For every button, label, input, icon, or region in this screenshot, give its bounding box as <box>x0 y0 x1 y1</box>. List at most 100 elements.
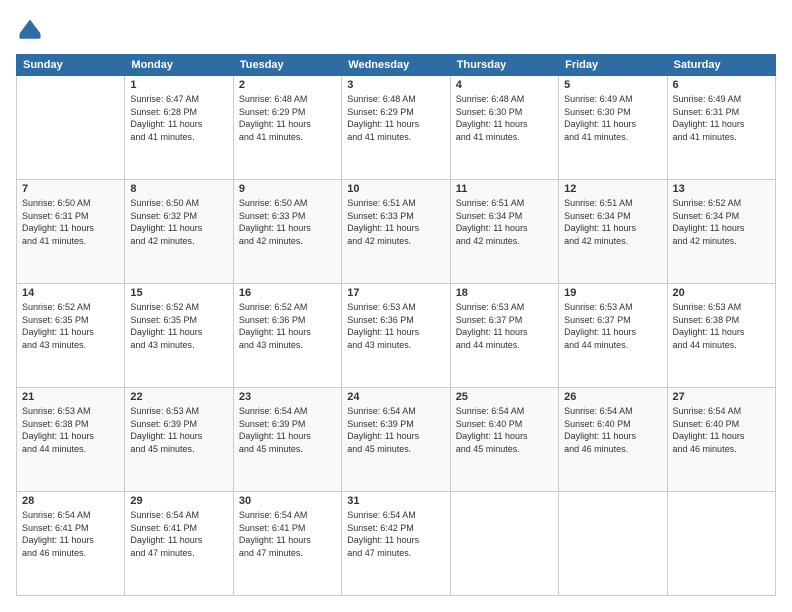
day-number: 20 <box>673 287 770 299</box>
day-info: Sunrise: 6:48 AM Sunset: 6:29 PM Dayligh… <box>239 93 336 143</box>
calendar-day-cell: 6 Sunrise: 6:49 AM Sunset: 6:31 PM Daylig… <box>667 76 775 180</box>
calendar-day-cell: 21 Sunrise: 6:53 AM Sunset: 6:38 PM Dayli… <box>17 388 125 492</box>
calendar-day-cell: 29 Sunrise: 6:54 AM Sunset: 6:41 PM Dayli… <box>125 492 233 596</box>
calendar-day-cell: 8 Sunrise: 6:50 AM Sunset: 6:32 PM Daylig… <box>125 180 233 284</box>
calendar-day-cell: 3 Sunrise: 6:48 AM Sunset: 6:29 PM Daylig… <box>342 76 450 180</box>
weekday-header: Wednesday <box>342 55 450 76</box>
page: SundayMondayTuesdayWednesdayThursdayFrid… <box>0 0 792 612</box>
day-number: 17 <box>347 287 444 299</box>
day-number: 14 <box>22 287 119 299</box>
day-number: 11 <box>456 183 553 195</box>
calendar-day-cell: 18 Sunrise: 6:53 AM Sunset: 6:37 PM Dayli… <box>450 284 558 388</box>
calendar-day-cell <box>450 492 558 596</box>
day-number: 16 <box>239 287 336 299</box>
day-info: Sunrise: 6:54 AM Sunset: 6:41 PM Dayligh… <box>22 509 119 559</box>
weekday-header: Monday <box>125 55 233 76</box>
day-info: Sunrise: 6:49 AM Sunset: 6:30 PM Dayligh… <box>564 93 661 143</box>
day-number: 7 <box>22 183 119 195</box>
day-info: Sunrise: 6:51 AM Sunset: 6:34 PM Dayligh… <box>456 197 553 247</box>
calendar-day-cell: 16Sunrise: 6:52 AM Sunset: 6:36 PM Dayli… <box>233 284 341 388</box>
calendar-day-cell: 17 Sunrise: 6:53 AM Sunset: 6:36 PM Dayli… <box>342 284 450 388</box>
day-number: 21 <box>22 391 119 403</box>
day-info: Sunrise: 6:51 AM Sunset: 6:34 PM Dayligh… <box>564 197 661 247</box>
calendar-week-row: 28 Sunrise: 6:54 AM Sunset: 6:41 PM Dayli… <box>17 492 776 596</box>
day-number: 5 <box>564 79 661 91</box>
weekday-header: Sunday <box>17 55 125 76</box>
calendar-day-cell: 22Sunrise: 6:53 AM Sunset: 6:39 PM Dayli… <box>125 388 233 492</box>
day-info: Sunrise: 6:51 AM Sunset: 6:33 PM Dayligh… <box>347 197 444 247</box>
calendar-day-cell: 15Sunrise: 6:52 AM Sunset: 6:35 PM Dayli… <box>125 284 233 388</box>
calendar-day-cell: 1Sunrise: 6:47 AM Sunset: 6:28 PM Daylig… <box>125 76 233 180</box>
calendar-week-row: 21 Sunrise: 6:53 AM Sunset: 6:38 PM Dayli… <box>17 388 776 492</box>
logo <box>16 16 48 44</box>
day-info: Sunrise: 6:54 AM Sunset: 6:40 PM Dayligh… <box>456 405 553 455</box>
day-info: Sunrise: 6:54 AM Sunset: 6:40 PM Dayligh… <box>673 405 770 455</box>
day-info: Sunrise: 6:53 AM Sunset: 6:38 PM Dayligh… <box>22 405 119 455</box>
day-number: 24 <box>347 391 444 403</box>
calendar-day-cell: 10 Sunrise: 6:51 AM Sunset: 6:33 PM Dayli… <box>342 180 450 284</box>
calendar-day-cell: 5 Sunrise: 6:49 AM Sunset: 6:30 PM Daylig… <box>559 76 667 180</box>
calendar-week-row: 1Sunrise: 6:47 AM Sunset: 6:28 PM Daylig… <box>17 76 776 180</box>
day-number: 18 <box>456 287 553 299</box>
calendar-day-cell: 19 Sunrise: 6:53 AM Sunset: 6:37 PM Dayli… <box>559 284 667 388</box>
day-number: 10 <box>347 183 444 195</box>
day-info: Sunrise: 6:53 AM Sunset: 6:37 PM Dayligh… <box>456 301 553 351</box>
day-number: 19 <box>564 287 661 299</box>
day-number: 4 <box>456 79 553 91</box>
day-info: Sunrise: 6:47 AM Sunset: 6:28 PM Dayligh… <box>130 93 227 143</box>
calendar-day-cell: 2 Sunrise: 6:48 AM Sunset: 6:29 PM Daylig… <box>233 76 341 180</box>
calendar-day-cell <box>17 76 125 180</box>
day-info: Sunrise: 6:54 AM Sunset: 6:41 PM Dayligh… <box>130 509 227 559</box>
calendar-day-cell: 14Sunrise: 6:52 AM Sunset: 6:35 PM Dayli… <box>17 284 125 388</box>
day-info: Sunrise: 6:50 AM Sunset: 6:31 PM Dayligh… <box>22 197 119 247</box>
day-number: 30 <box>239 495 336 507</box>
weekday-header: Tuesday <box>233 55 341 76</box>
calendar-day-cell <box>667 492 775 596</box>
logo-icon <box>16 16 44 44</box>
day-number: 28 <box>22 495 119 507</box>
day-info: Sunrise: 6:54 AM Sunset: 6:39 PM Dayligh… <box>347 405 444 455</box>
day-number: 6 <box>673 79 770 91</box>
day-number: 29 <box>130 495 227 507</box>
calendar-day-cell: 28 Sunrise: 6:54 AM Sunset: 6:41 PM Dayli… <box>17 492 125 596</box>
calendar-day-cell: 23 Sunrise: 6:54 AM Sunset: 6:39 PM Dayli… <box>233 388 341 492</box>
day-info: Sunrise: 6:53 AM Sunset: 6:37 PM Dayligh… <box>564 301 661 351</box>
calendar-day-cell: 11 Sunrise: 6:51 AM Sunset: 6:34 PM Dayli… <box>450 180 558 284</box>
calendar-day-cell: 7 Sunrise: 6:50 AM Sunset: 6:31 PM Daylig… <box>17 180 125 284</box>
day-number: 9 <box>239 183 336 195</box>
calendar-day-cell: 25Sunrise: 6:54 AM Sunset: 6:40 PM Dayli… <box>450 388 558 492</box>
day-number: 27 <box>673 391 770 403</box>
day-info: Sunrise: 6:54 AM Sunset: 6:40 PM Dayligh… <box>564 405 661 455</box>
day-number: 12 <box>564 183 661 195</box>
day-number: 15 <box>130 287 227 299</box>
day-info: Sunrise: 6:53 AM Sunset: 6:36 PM Dayligh… <box>347 301 444 351</box>
calendar-day-cell: 31Sunrise: 6:54 AM Sunset: 6:42 PM Dayli… <box>342 492 450 596</box>
weekday-header: Saturday <box>667 55 775 76</box>
weekday-header: Friday <box>559 55 667 76</box>
calendar-week-row: 14Sunrise: 6:52 AM Sunset: 6:35 PM Dayli… <box>17 284 776 388</box>
day-info: Sunrise: 6:50 AM Sunset: 6:32 PM Dayligh… <box>130 197 227 247</box>
calendar-day-cell: 12 Sunrise: 6:51 AM Sunset: 6:34 PM Dayli… <box>559 180 667 284</box>
day-number: 8 <box>130 183 227 195</box>
calendar-day-cell: 27 Sunrise: 6:54 AM Sunset: 6:40 PM Dayli… <box>667 388 775 492</box>
calendar-table: SundayMondayTuesdayWednesdayThursdayFrid… <box>16 54 776 596</box>
calendar-day-cell: 4 Sunrise: 6:48 AM Sunset: 6:30 PM Daylig… <box>450 76 558 180</box>
day-number: 3 <box>347 79 444 91</box>
calendar-day-cell: 20Sunrise: 6:53 AM Sunset: 6:38 PM Dayli… <box>667 284 775 388</box>
calendar-day-cell: 30 Sunrise: 6:54 AM Sunset: 6:41 PM Dayli… <box>233 492 341 596</box>
day-info: Sunrise: 6:48 AM Sunset: 6:30 PM Dayligh… <box>456 93 553 143</box>
day-number: 23 <box>239 391 336 403</box>
day-info: Sunrise: 6:54 AM Sunset: 6:41 PM Dayligh… <box>239 509 336 559</box>
calendar-day-cell: 13Sunrise: 6:52 AM Sunset: 6:34 PM Dayli… <box>667 180 775 284</box>
calendar-day-cell: 9Sunrise: 6:50 AM Sunset: 6:33 PM Daylig… <box>233 180 341 284</box>
header <box>16 16 776 44</box>
day-info: Sunrise: 6:49 AM Sunset: 6:31 PM Dayligh… <box>673 93 770 143</box>
day-info: Sunrise: 6:54 AM Sunset: 6:39 PM Dayligh… <box>239 405 336 455</box>
calendar-day-cell: 26Sunrise: 6:54 AM Sunset: 6:40 PM Dayli… <box>559 388 667 492</box>
weekday-header-row: SundayMondayTuesdayWednesdayThursdayFrid… <box>17 55 776 76</box>
day-number: 2 <box>239 79 336 91</box>
calendar-week-row: 7 Sunrise: 6:50 AM Sunset: 6:31 PM Daylig… <box>17 180 776 284</box>
day-number: 13 <box>673 183 770 195</box>
day-info: Sunrise: 6:48 AM Sunset: 6:29 PM Dayligh… <box>347 93 444 143</box>
day-info: Sunrise: 6:54 AM Sunset: 6:42 PM Dayligh… <box>347 509 444 559</box>
